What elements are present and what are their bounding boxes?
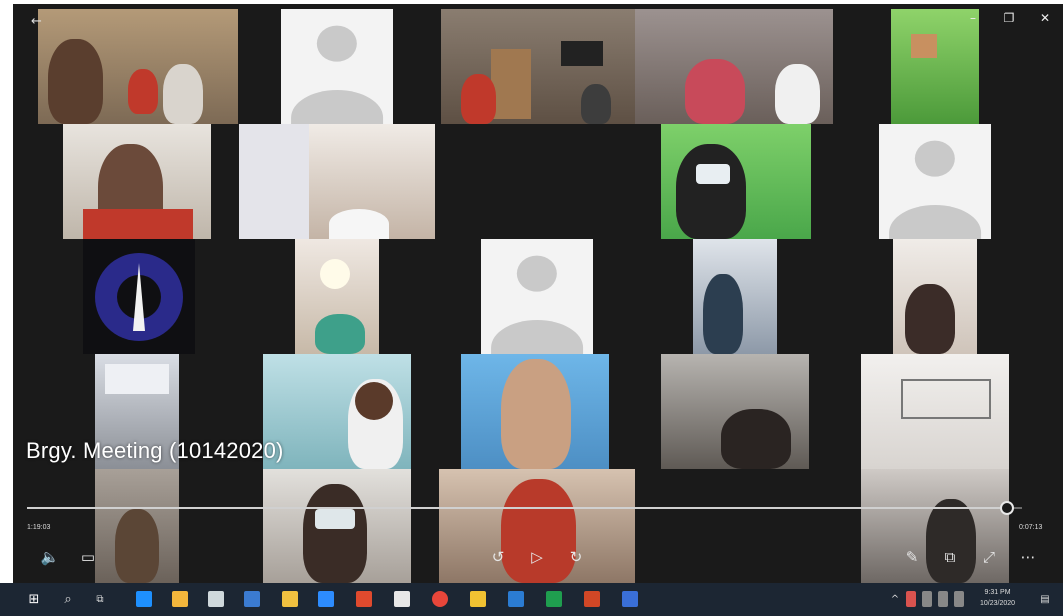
skip-back-icon: ↺ xyxy=(491,548,505,566)
participant-avatar-tile xyxy=(879,124,991,239)
more-options-button[interactable]: ⋯ xyxy=(1015,544,1041,570)
skip-back-button[interactable]: ↺ xyxy=(485,544,511,570)
participant-video-tile xyxy=(295,239,379,354)
participant-video-tile xyxy=(95,469,179,583)
avatar-placeholder-icon xyxy=(316,25,358,62)
participant-video-tile xyxy=(661,124,811,239)
tray-app-icon[interactable] xyxy=(906,591,916,607)
app-icon[interactable] xyxy=(356,591,372,607)
edit-pen-icon: ✎ xyxy=(905,548,919,566)
time-elapsed: 1:19:03 xyxy=(27,524,51,531)
clock-date: 10/23/2020 xyxy=(980,600,1016,607)
seek-bar[interactable] xyxy=(27,501,1022,515)
people-icon[interactable] xyxy=(855,591,871,607)
participant-video-tile xyxy=(693,239,777,354)
participant-video-tile xyxy=(461,354,609,469)
participant-video-tile xyxy=(263,469,411,583)
sticky-notes-icon[interactable] xyxy=(470,591,486,607)
task-view-icon: ⧉ xyxy=(96,593,104,605)
participant-video-tile xyxy=(63,124,211,239)
windows-start-icon: ⊞ xyxy=(28,591,40,607)
chevron-up-icon: ^ xyxy=(890,593,900,605)
captions-icon: ▭ xyxy=(80,548,96,566)
participant-video-tile xyxy=(635,9,833,124)
start-button[interactable]: ⊞ xyxy=(26,591,42,607)
movies-and-tv-icon[interactable] xyxy=(622,591,638,607)
video-title: Brgy. Meeting (10142020) xyxy=(26,438,284,463)
fullscreen-button[interactable]: ⤢ xyxy=(976,544,1002,570)
participant-video-tile xyxy=(263,354,411,469)
time-remaining: 0:07:13 xyxy=(1019,524,1043,531)
minimize-icon: – xyxy=(970,11,976,25)
participant-avatar-tile xyxy=(281,9,393,124)
file-explorer-icon[interactable] xyxy=(282,591,298,607)
back-arrow-icon: ← xyxy=(31,14,42,29)
store-icon[interactable] xyxy=(172,591,188,607)
excel-icon[interactable] xyxy=(546,591,562,607)
tray-chevron-button[interactable]: ^ xyxy=(887,591,903,607)
windows-taskbar: ⊞ ⌕ ⧉ ^ 9:31 PM 10/23/2020 ▤ xyxy=(0,583,1063,616)
word-icon[interactable] xyxy=(508,591,524,607)
participant-video-tile xyxy=(38,9,238,124)
barangay-logo xyxy=(95,253,183,341)
app-icon[interactable] xyxy=(244,591,260,607)
volume-button[interactable]: 🔈 xyxy=(37,544,63,570)
notification-icon: ▤ xyxy=(1040,593,1050,605)
task-view-button[interactable]: ⧉ xyxy=(92,591,108,607)
participant-video-tile xyxy=(661,354,809,469)
window-controls: – ❐ ✕ xyxy=(955,4,1063,32)
barangay-logo-tile xyxy=(83,239,195,354)
avatar-placeholder-icon xyxy=(914,140,956,177)
action-center-button[interactable]: ▤ xyxy=(1037,591,1053,607)
close-button[interactable]: ✕ xyxy=(1027,4,1063,32)
participant-video-tile xyxy=(441,9,635,124)
participant-video-tile xyxy=(861,354,1009,469)
captions-button[interactable]: ▭ xyxy=(75,544,101,570)
search-icon: ⌕ xyxy=(64,591,72,607)
participant-video-tile xyxy=(893,239,977,354)
skip-forward-button[interactable]: ↻ xyxy=(563,544,589,570)
play-button[interactable]: ▷ xyxy=(524,544,550,570)
seek-bar-progress xyxy=(27,507,1008,509)
back-button[interactable]: ← xyxy=(31,14,42,29)
maximize-button[interactable]: ❐ xyxy=(991,4,1027,32)
close-icon: ✕ xyxy=(1039,11,1051,25)
participant-avatar-tile xyxy=(481,239,593,354)
battery-icon[interactable] xyxy=(922,591,932,607)
cast-button[interactable]: ⧉ xyxy=(937,544,963,570)
mail-icon[interactable] xyxy=(208,591,224,607)
video-player[interactable]: ← – ❐ ✕ Brgy. Meeting (10142020) 1:19:03… xyxy=(13,4,1063,583)
wifi-icon[interactable] xyxy=(938,591,948,607)
chrome-icon[interactable] xyxy=(432,591,448,607)
fullscreen-icon: ⤢ xyxy=(982,548,995,566)
speaker-icon[interactable] xyxy=(954,591,964,607)
seek-bar-thumb[interactable] xyxy=(1000,501,1015,515)
maximize-icon: ❐ xyxy=(1003,11,1015,25)
minimize-button[interactable]: – xyxy=(955,4,991,32)
powerpoint-icon[interactable] xyxy=(584,591,600,607)
document-icon[interactable] xyxy=(394,591,410,607)
skip-forward-icon: ↻ xyxy=(569,548,583,566)
system-clock[interactable]: 9:31 PM 10/23/2020 xyxy=(980,587,1015,609)
play-icon: ▷ xyxy=(531,548,543,566)
zoom-icon[interactable] xyxy=(318,591,334,607)
more-icon: ⋯ xyxy=(1020,548,1036,566)
volume-icon: 🔈 xyxy=(40,548,60,566)
edit-button[interactable]: ✎ xyxy=(899,544,925,570)
avatar-placeholder-icon xyxy=(516,255,558,292)
edge-browser-icon[interactable] xyxy=(136,591,152,607)
clock-time: 9:31 PM xyxy=(984,589,1011,596)
participant-video-tile xyxy=(239,124,435,239)
cast-icon: ⧉ xyxy=(944,548,956,566)
search-button[interactable]: ⌕ xyxy=(60,591,76,607)
